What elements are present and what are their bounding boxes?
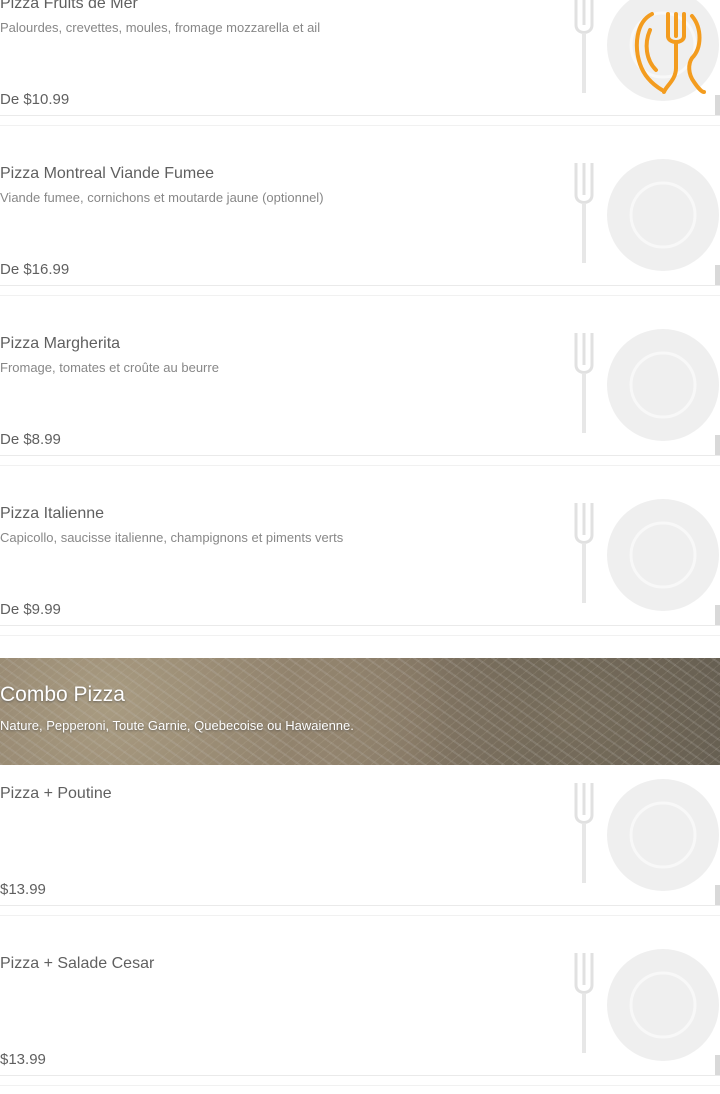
category-description: Nature, Pepperoni, Toute Garnie, Quebeco… <box>0 718 354 733</box>
divider <box>0 285 720 286</box>
menu-item-description: Palourdes, crevettes, moules, fromage mo… <box>0 20 321 35</box>
divider <box>0 625 720 626</box>
divider <box>0 125 720 126</box>
menu-item-price: De $16.99 <box>0 261 70 278</box>
menu-item[interactable]: Pizza Montreal Viande Fumee Viande fumee,… <box>0 155 720 296</box>
menu-item-name: Pizza + Poutine <box>0 785 112 802</box>
menu-item-description: Fromage, tomates et croûte au beurre <box>0 360 219 375</box>
placeholder-plate-icon <box>574 159 719 271</box>
placeholder-plate-icon <box>574 779 719 891</box>
divider <box>0 1085 720 1086</box>
menu-item[interactable]: Pizza Margherita Fromage, tomates et croû… <box>0 325 720 466</box>
menu-item-price: De $10.99 <box>0 91 70 108</box>
placeholder-plate-icon <box>574 329 719 441</box>
item-edge-tab <box>715 605 720 625</box>
divider <box>0 1075 720 1076</box>
menu-item[interactable]: Pizza + Poutine $13.99 <box>0 775 720 916</box>
menu-item-name: Pizza Margherita <box>0 335 121 352</box>
menu-item-price: $13.99 <box>0 881 46 898</box>
menu-item-description: Capicollo, saucisse italienne, champigno… <box>0 530 344 545</box>
menu-item[interactable]: Pizza Italienne Capicollo, saucisse itali… <box>0 495 720 636</box>
divider <box>0 915 720 916</box>
menu-item-price: De $9.99 <box>0 601 61 618</box>
divider <box>0 465 720 466</box>
item-edge-tab <box>715 265 720 285</box>
divider <box>0 635 720 636</box>
placeholder-plate-icon <box>574 949 719 1061</box>
divider <box>0 115 720 116</box>
item-edge-tab <box>715 95 720 115</box>
placeholder-plate-icon <box>574 499 719 611</box>
divider <box>0 905 720 906</box>
menu-item-name: Pizza Montreal Viande Fumee <box>0 165 215 182</box>
category-banner-combo-pizza[interactable]: Combo Pizza Nature, Pepperoni, Toute Gar… <box>0 658 720 765</box>
item-edge-tab <box>715 435 720 455</box>
category-title: Combo Pizza <box>0 683 125 706</box>
menu-item-name: Pizza + Salade Cesar <box>0 955 155 972</box>
fork-and-plate-logo-icon[interactable] <box>630 8 706 96</box>
item-edge-tab <box>715 885 720 905</box>
menu-item[interactable]: Pizza + Salade Cesar $13.99 <box>0 945 720 1086</box>
item-edge-tab <box>715 1055 720 1075</box>
menu-item-description: Viande fumee, cornichons et moutarde jau… <box>0 190 324 205</box>
divider <box>0 295 720 296</box>
menu-item[interactable]: Pizza Fruits de Mer Palourdes, crevettes,… <box>0 0 720 126</box>
menu-item-price: $13.99 <box>0 1051 46 1068</box>
menu-item-name: Pizza Italienne <box>0 505 105 522</box>
menu-item-price: De $8.99 <box>0 431 61 448</box>
divider <box>0 455 720 456</box>
menu-item-name: Pizza Fruits de Mer <box>0 0 138 12</box>
